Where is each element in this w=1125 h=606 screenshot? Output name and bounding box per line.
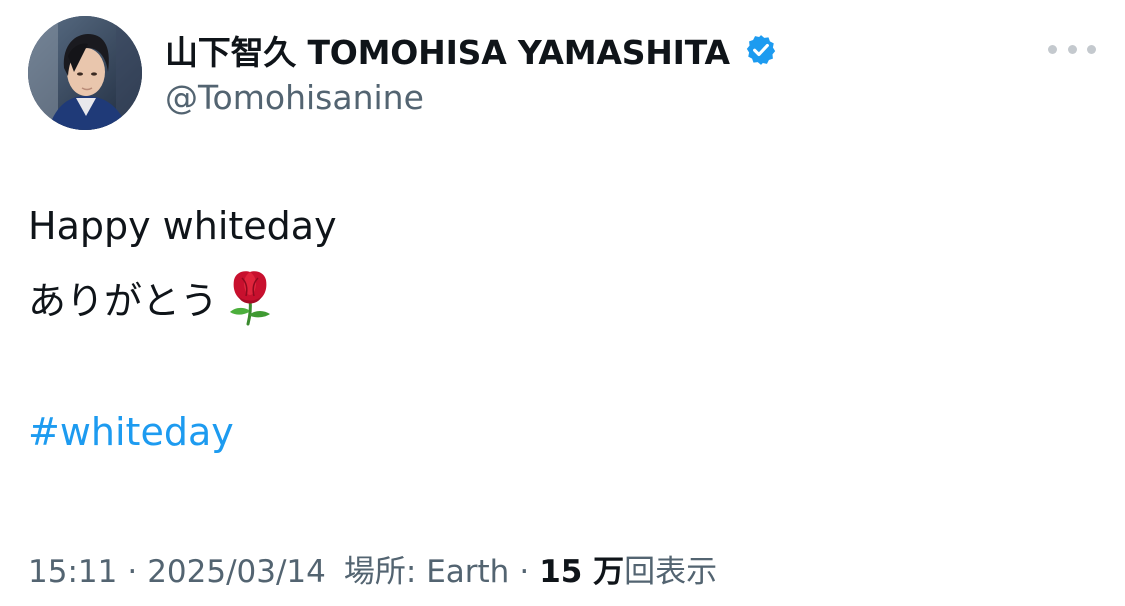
avatar[interactable]: [28, 16, 142, 130]
hashtag-link[interactable]: #whiteday: [28, 410, 234, 454]
user-handle[interactable]: @Tomohisanine: [165, 78, 424, 117]
tweet-text-line-2: ありがとう: [28, 268, 276, 326]
meta-separator-2: ·: [519, 554, 530, 590]
views-label: 回表示: [624, 554, 718, 590]
rose-icon: [230, 271, 271, 326]
tweet-meta: 15:11 · 2025/03/14 場所: Earth · 15 万 回表示: [28, 546, 717, 591]
display-name-text: 山下智久 TOMOHISA YAMASHITA: [165, 33, 730, 72]
ellipsis-icon: [1048, 44, 1057, 54]
tweet-text-line-1: Happy whiteday: [28, 204, 337, 248]
more-options-button[interactable]: [1046, 34, 1098, 64]
tweet-time[interactable]: 15:11: [28, 554, 117, 590]
tweet-text-line-2-text: ありがとう: [28, 278, 219, 323]
avatar-photo: [28, 16, 142, 130]
tweet-location: 場所: Earth: [343, 554, 510, 590]
tweet-date[interactable]: 2025/03/14: [147, 554, 326, 590]
display-name[interactable]: 山下智久 TOMOHISA YAMASHITA: [165, 24, 778, 76]
meta-separator: ·: [127, 554, 138, 590]
verified-badge-icon: [746, 35, 776, 65]
ellipsis-icon: [1067, 44, 1077, 54]
ellipsis-icon: [1087, 44, 1096, 54]
views-count[interactable]: 15 万: [539, 546, 624, 591]
